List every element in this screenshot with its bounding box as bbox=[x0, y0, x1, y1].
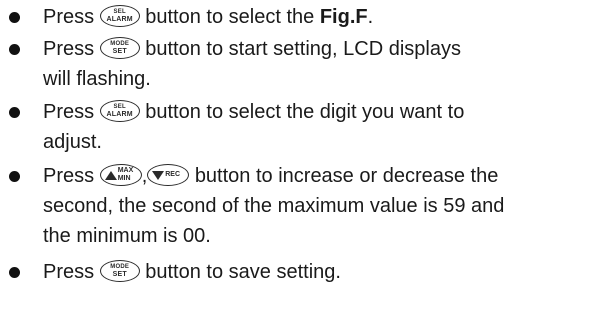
sel-alarm-button-icon: SEL ALARM bbox=[99, 4, 140, 27]
instruction-line: Press MODE SET button to start setting, … bbox=[43, 36, 461, 61]
instruction-line: Press MODE SET button to save setting. bbox=[43, 259, 341, 284]
instruction-continuation: second, the second of the maximum value … bbox=[43, 195, 505, 217]
instruction-continuation: adjust. bbox=[43, 131, 102, 153]
mode-set-button-icon: MODE SET bbox=[99, 36, 140, 59]
bullet-icon bbox=[9, 107, 20, 118]
button-label: MIN bbox=[117, 174, 131, 182]
instruction-text: Press bbox=[43, 101, 95, 123]
bullet-icon bbox=[9, 267, 20, 278]
button-label: REC bbox=[165, 170, 181, 178]
bullet-icon bbox=[9, 12, 20, 23]
instruction-text: button to save setting. bbox=[145, 261, 341, 283]
button-label: SEL bbox=[113, 8, 126, 15]
instruction-text: button to select the bbox=[145, 6, 315, 28]
button-label: SET bbox=[112, 47, 127, 55]
instruction-text: Press bbox=[43, 261, 95, 283]
button-label: SET bbox=[112, 270, 127, 278]
instruction-continuation: will flashing. bbox=[43, 68, 151, 90]
instruction-list: Press SEL ALARM button to select the Fig… bbox=[0, 0, 603, 333]
button-label: MODE bbox=[110, 40, 130, 47]
instruction-text: Press bbox=[43, 6, 95, 28]
instruction-text: button to start setting, LCD displays bbox=[145, 38, 461, 60]
instruction-line: Press SEL ALARM button to select the Fig… bbox=[43, 4, 374, 29]
bullet-icon bbox=[9, 171, 20, 182]
instruction-text: Press bbox=[43, 165, 95, 187]
button-label: SEL bbox=[113, 103, 126, 110]
up-arrow-icon bbox=[104, 170, 117, 180]
instruction-text: Press bbox=[43, 38, 95, 60]
button-label: ALARM bbox=[106, 110, 133, 118]
button-label-group: MAX MIN bbox=[118, 167, 134, 183]
button-label: MODE bbox=[110, 263, 130, 270]
bullet-icon bbox=[9, 44, 20, 55]
sel-alarm-button-icon: SEL ALARM bbox=[99, 99, 140, 122]
max-min-up-button-icon: MAX MIN bbox=[99, 163, 142, 186]
instruction-continuation: the minimum is 00. bbox=[43, 225, 211, 247]
instruction-text: button to increase or decrease the bbox=[194, 165, 499, 187]
rec-down-button-icon: REC bbox=[147, 163, 190, 186]
button-label: ALARM bbox=[106, 15, 133, 23]
mode-set-button-icon: MODE SET bbox=[99, 259, 140, 282]
button-label: MAX bbox=[117, 166, 134, 174]
instruction-text: button to select the digit you want to bbox=[145, 101, 465, 123]
instruction-line: Press MAX MIN , REC button to increase o… bbox=[43, 163, 499, 188]
down-arrow-icon bbox=[152, 170, 165, 180]
instruction-text: . bbox=[367, 6, 374, 28]
figure-reference: Fig.F bbox=[319, 6, 368, 28]
instruction-line: Press SEL ALARM button to select the dig… bbox=[43, 99, 465, 124]
